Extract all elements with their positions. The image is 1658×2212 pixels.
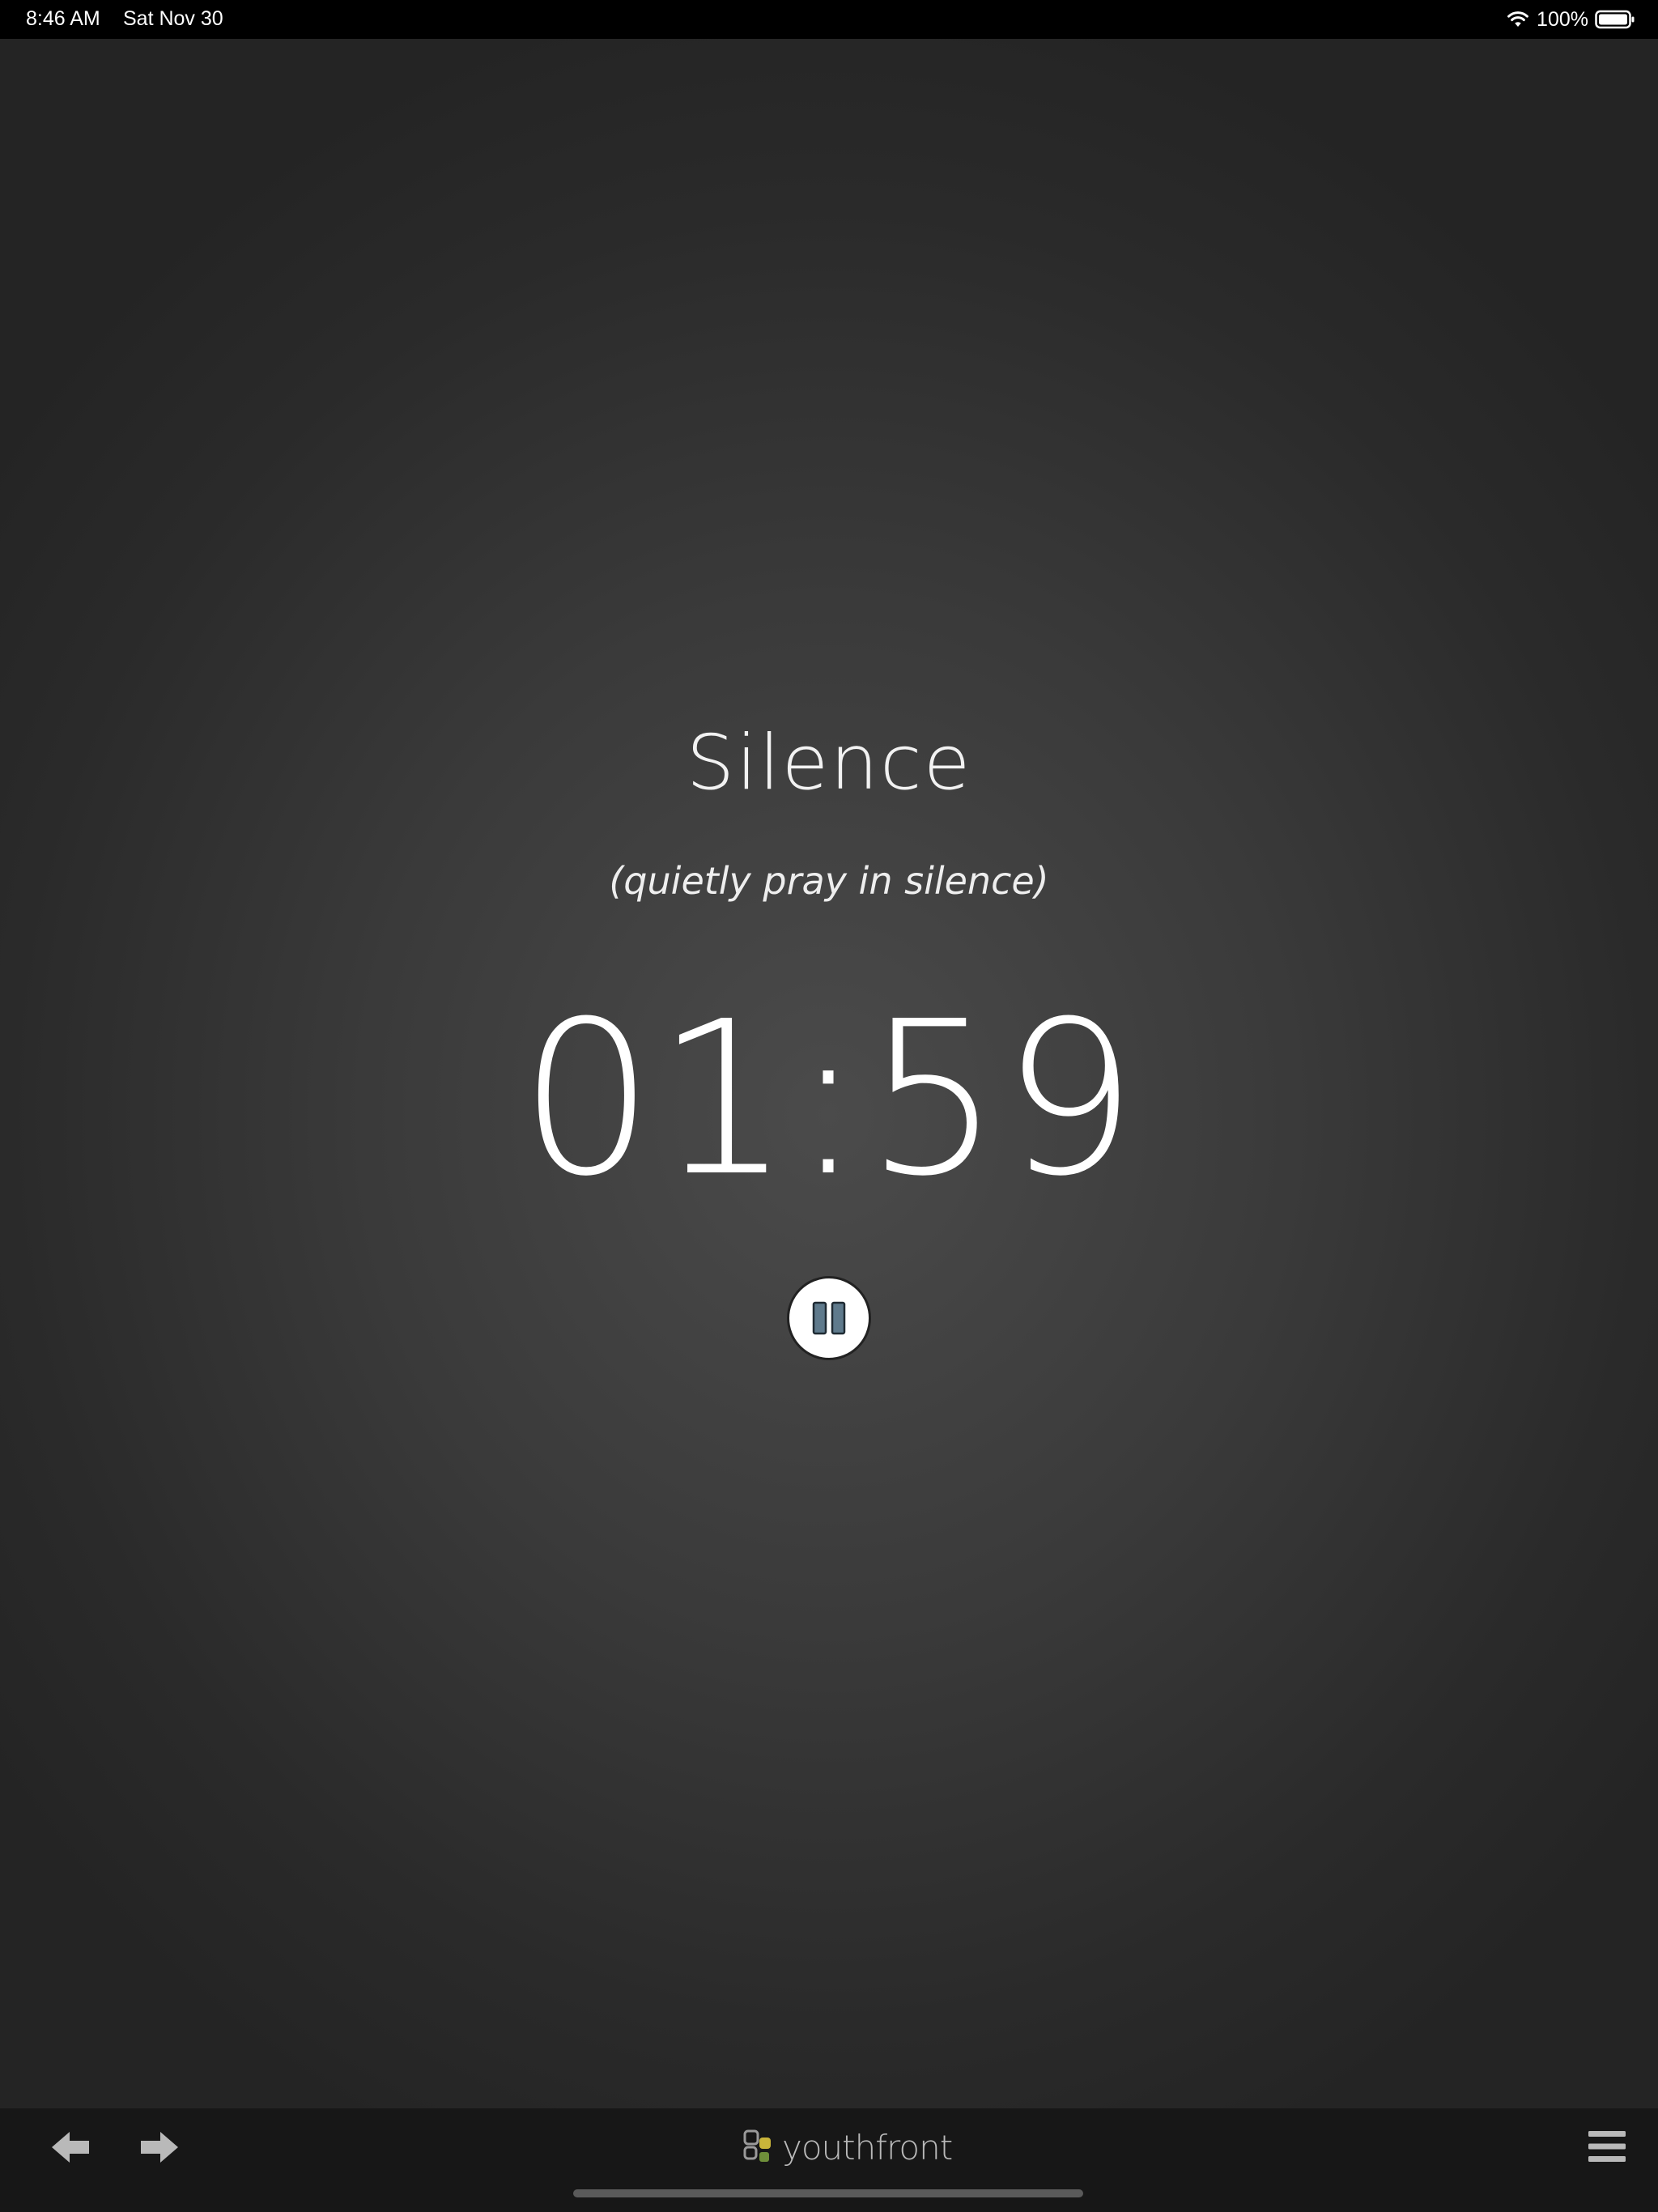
page-title: Silence [686,719,972,807]
arrow-left-icon[interactable] [50,2129,96,2165]
youthfront-logo: youthfront [742,2121,953,2173]
hamburger-menu-icon[interactable] [1588,2129,1626,2163]
status-indicators: 100% [1506,6,1635,32]
brand-name: youthfront [782,2127,953,2167]
prayer-content: Silence (quietly pray in silence) 01:59 [0,39,1658,2108]
arrow-right-icon[interactable] [134,2129,180,2165]
status-time: 8:46 AM [26,7,100,30]
battery-percentage: 100% [1537,7,1588,31]
pause-icon [812,1301,846,1335]
app-screen: 8:46 AM Sat Nov 30 100% Silence (quietly… [0,0,1658,2212]
pause-button[interactable] [787,1276,871,1360]
status-bar: 8:46 AM Sat Nov 30 100% [0,0,1658,39]
home-indicator[interactable] [573,2189,1083,2197]
status-date: Sat Nov 30 [123,7,223,30]
battery-icon [1595,10,1635,29]
page-subtitle: (quietly pray in silence) [609,859,1049,903]
countdown-timer: 01:59 [519,976,1139,1223]
wifi-icon [1507,11,1528,27]
youthfront-logo-icon [743,2129,771,2162]
